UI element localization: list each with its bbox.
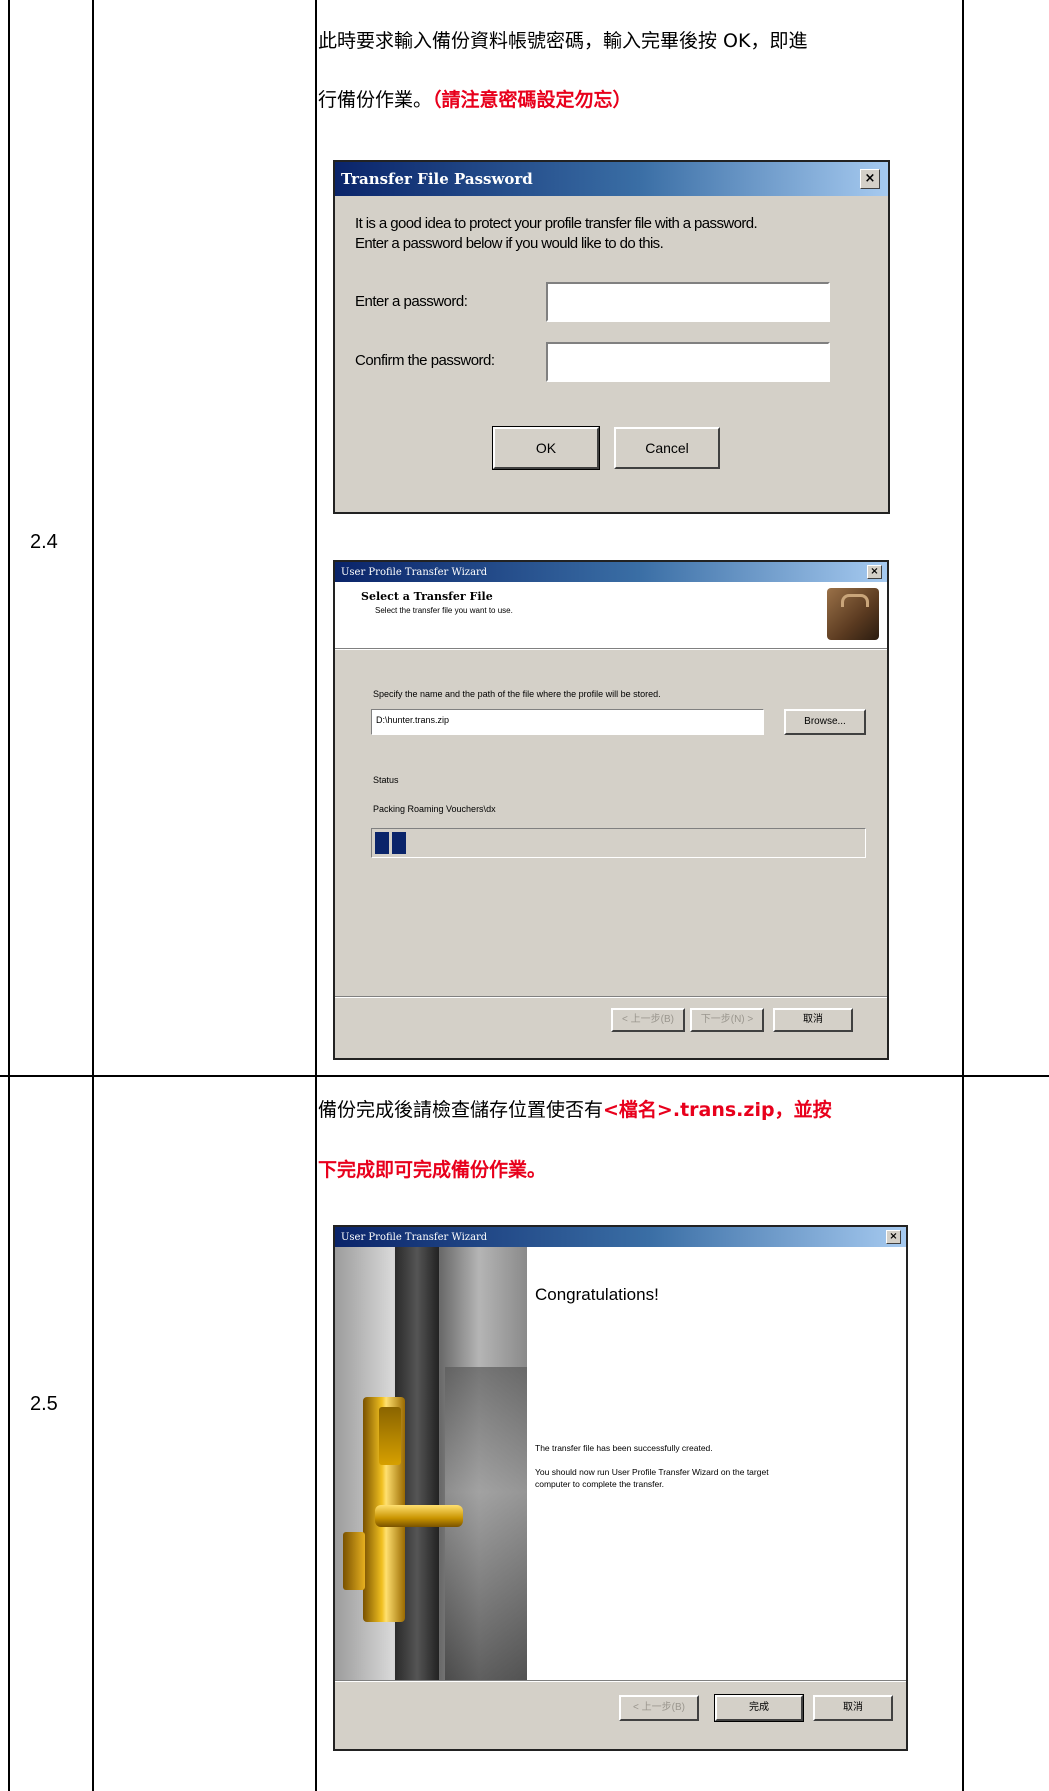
- wizard-header-separator: [335, 648, 887, 650]
- door-lock-image: [335, 1247, 527, 1680]
- cancel-button[interactable]: Cancel: [614, 427, 720, 469]
- instruction-filename-red: <檔名>.trans.zip，並按: [603, 1099, 832, 1121]
- status-label: Status: [373, 775, 399, 785]
- wizard-back-button[interactable]: < 上一步(B): [611, 1008, 685, 1032]
- table-border-col2: [315, 0, 317, 1791]
- instruction-text-2-5-line1: 備份完成後請檢查儲存位置使否有<檔名>.trans.zip，並按: [318, 1096, 832, 1124]
- completion-message-line2b: computer to complete the transfer.: [535, 1479, 664, 1489]
- wizard-path-instruction: Specify the name and the path of the fil…: [373, 689, 661, 699]
- status-text: Packing Roaming Vouchers\dx: [373, 804, 496, 814]
- instruction-text-2-5-line2: 下完成即可完成備份作業。: [318, 1156, 546, 1184]
- progress-block: [375, 832, 389, 854]
- confirm-password-label: Confirm the password:: [355, 352, 495, 369]
- congratulations-heading: Congratulations!: [535, 1285, 659, 1304]
- table-row-divider: [0, 1075, 1049, 1077]
- instruction-finish-red: 下完成即可完成備份作業。: [318, 1159, 547, 1181]
- password-dialog-title: Transfer File Password: [341, 170, 533, 188]
- table-border-left: [8, 0, 10, 1791]
- password-dialog-titlebar: Transfer File Password: [335, 162, 888, 196]
- instruction-text-2-4-line2: 行備份作業。（請注意密碼設定勿忘）: [318, 86, 632, 114]
- wizard-next-button[interactable]: 下一步(N) >: [690, 1008, 764, 1032]
- transfer-file-path-value: D:\hunter.trans.zip: [376, 715, 450, 725]
- wizard-completion-dialog: User Profile Transfer Wizard × Congratul…: [333, 1225, 908, 1751]
- transfer-file-password-dialog: Transfer File Password × It is a good id…: [333, 160, 890, 514]
- completion-back-button[interactable]: < 上一步(B): [619, 1695, 699, 1721]
- table-border-col1: [92, 0, 94, 1791]
- completion-message-line2a: You should now run User Profile Transfer…: [535, 1467, 769, 1477]
- ok-button[interactable]: OK: [492, 426, 600, 470]
- password-dialog-description-line2: Enter a password below if you would like…: [355, 235, 664, 252]
- step-number-2-4: 2.4: [30, 531, 58, 553]
- wizard-step-subheading: Select the transfer file you want to use…: [375, 606, 513, 615]
- table-border-col3: [962, 0, 964, 1791]
- completion-message-line1: The transfer file has been successfully …: [535, 1443, 713, 1453]
- password-dialog-description-line1: It is a good idea to protect your profil…: [355, 215, 758, 232]
- browse-button[interactable]: Browse...: [784, 709, 866, 735]
- completion-title: User Profile Transfer Wizard: [341, 1231, 488, 1243]
- completion-titlebar: User Profile Transfer Wizard: [335, 1227, 906, 1247]
- wizard-cancel-button[interactable]: 取消: [773, 1008, 853, 1032]
- instruction-warning-red: （請注意密碼設定勿忘）: [432, 89, 632, 111]
- enter-password-label: Enter a password:: [355, 293, 468, 310]
- wizard-step-heading: Select a Transfer File: [361, 590, 493, 603]
- completion-close-button[interactable]: ×: [886, 1230, 901, 1244]
- instruction-text-2-4-line1: 此時要求輸入備份資料帳號密碼，輸入完畢後按 OK，即進: [318, 30, 808, 52]
- progress-block: [392, 832, 406, 854]
- transfer-file-path-input[interactable]: D:\hunter.trans.zip: [371, 709, 764, 735]
- completion-footer-separator: [335, 1680, 906, 1682]
- wizard-title: User Profile Transfer Wizard: [341, 566, 488, 578]
- finish-button[interactable]: 完成: [714, 1694, 804, 1722]
- completion-cancel-button[interactable]: 取消: [813, 1695, 893, 1721]
- wizard-footer-separator: [335, 996, 887, 998]
- progress-bar: [371, 828, 866, 858]
- step-number-2-5: 2.5: [30, 1393, 58, 1415]
- profile-transfer-wizard-dialog: User Profile Transfer Wizard × Select a …: [333, 560, 889, 1060]
- enter-password-input[interactable]: [546, 282, 830, 322]
- instruction-text-2-4-black: 行備份作業。: [318, 89, 433, 111]
- wizard-close-button[interactable]: ×: [867, 565, 882, 579]
- confirm-password-input[interactable]: [546, 342, 830, 382]
- wizard-titlebar: User Profile Transfer Wizard: [335, 562, 887, 582]
- completion-content-panel: [527, 1247, 906, 1680]
- luggage-icon: [827, 588, 879, 640]
- password-dialog-close-button[interactable]: ×: [860, 169, 880, 189]
- instruction-text-2-5-black: 備份完成後請檢查儲存位置使否有: [318, 1099, 604, 1121]
